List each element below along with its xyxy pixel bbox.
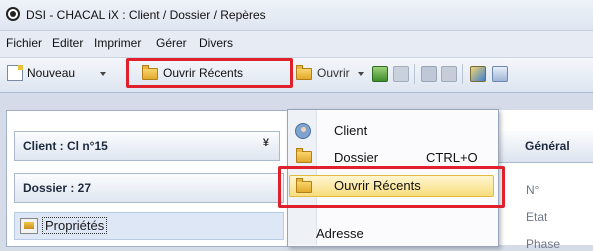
menu-gerer[interactable]: Gérer (156, 36, 187, 50)
menu-editer[interactable]: Editer (52, 36, 83, 50)
menu-fichier[interactable]: Fichier (6, 36, 42, 50)
nouveau-dropdown-caret-icon[interactable] (100, 72, 106, 76)
calendar-icon[interactable] (372, 66, 388, 82)
menu-item-client[interactable]: Client (334, 123, 367, 138)
collapse-chevron-icon[interactable]: ¥ (263, 137, 269, 149)
refresh-icon[interactable] (393, 66, 409, 82)
app-logo-icon (6, 7, 20, 21)
menu-divers[interactable]: Divers (199, 36, 233, 50)
dossier-folder-icon (296, 148, 312, 163)
menu-bar (0, 31, 593, 57)
adresse-item[interactable]: Adresse (316, 226, 364, 241)
new-document-icon (7, 65, 23, 81)
menu-imprimer[interactable]: Imprimer (94, 36, 141, 50)
dossier-header-label: Dossier : 27 (23, 181, 92, 195)
client-icon (295, 123, 311, 139)
field-label-phase: Phase (526, 237, 561, 251)
field-label-numero: N° (526, 183, 540, 197)
window-tool-icon[interactable] (492, 66, 508, 82)
proprietes-label: Propriétés (42, 217, 108, 234)
highlight-box-ouvrir-recents (126, 58, 293, 88)
general-header-label: Général (525, 139, 570, 153)
open-folder-icon (296, 65, 312, 80)
properties-icon (20, 218, 38, 234)
toolbar-separator (462, 64, 463, 84)
dossier-header[interactable]: Dossier : 27 (14, 173, 284, 203)
save-icon[interactable] (421, 66, 437, 82)
toolbar-separator (414, 64, 415, 84)
ouvrir-button[interactable]: Ouvrir (317, 66, 350, 80)
print-icon[interactable] (441, 66, 457, 82)
client-header[interactable]: Client : Cl n°15 ¥ (14, 131, 280, 161)
edit-tool-icon[interactable] (470, 66, 486, 82)
field-label-etat: Etat (526, 210, 548, 224)
ouvrir-dropdown-caret-icon[interactable] (358, 72, 364, 76)
client-header-label: Client : Cl n°15 (23, 139, 108, 153)
menu-item-dossier-shortcut: CTRL+O (426, 150, 478, 165)
highlight-box-menu-ouvrir-recents (278, 166, 505, 208)
nouveau-button[interactable]: Nouveau (27, 66, 75, 80)
menu-item-dossier[interactable]: Dossier (334, 150, 378, 165)
window-title: DSI - CHACAL iX : Client / Dossier / Rep… (26, 8, 266, 22)
